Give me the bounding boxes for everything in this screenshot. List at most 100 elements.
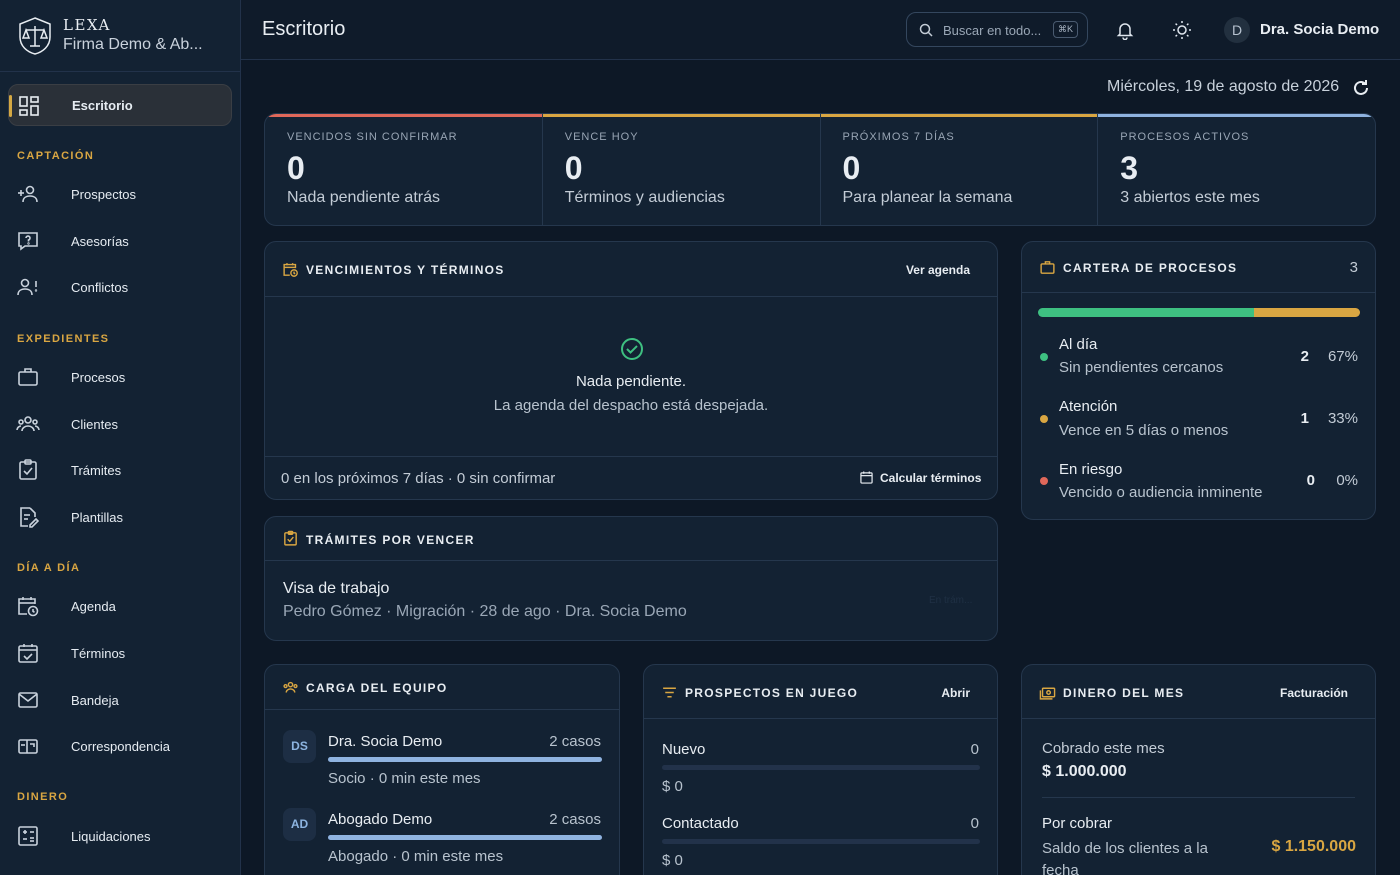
search-icon <box>919 23 933 37</box>
sidebar-item-prospectos[interactable]: Prospectos <box>8 173 232 215</box>
divider <box>1042 797 1355 798</box>
segment-percent: 0% <box>1336 472 1358 489</box>
sidebar-item-label: Bandeja <box>71 692 119 708</box>
equipo-card: CARGA DEL EQUIPO DS Dra. Socia Demo 2 ca… <box>264 664 620 875</box>
stat-value: 0 <box>564 150 583 186</box>
avatar: AD <box>283 808 316 841</box>
sidebar-item-label: Procesos <box>71 369 126 385</box>
stat-accent-bar <box>820 114 1098 117</box>
briefcase-icon <box>18 368 38 386</box>
refresh-icon[interactable] <box>1351 78 1371 98</box>
scales-logo-icon <box>19 16 51 55</box>
filter-icon <box>663 687 676 698</box>
topbar: Escritorio Buscar en todo... ⌘K D Dra. S… <box>241 0 1400 60</box>
calcular-terminos-button[interactable]: Calcular términos <box>880 471 981 485</box>
stat-value: 0 <box>842 150 861 186</box>
card-title: CARGA DEL EQUIPO <box>306 681 448 695</box>
sidebar-item-agenda[interactable]: Agenda <box>8 585 232 627</box>
theme-toggle-icon[interactable] <box>1172 20 1192 40</box>
bell-icon[interactable] <box>1115 20 1135 40</box>
sidebar-item-asesorias[interactable]: Asesorías <box>8 220 232 262</box>
segment-count: 1 <box>1300 410 1309 427</box>
cartera-distribution-bar <box>1038 308 1360 317</box>
sidebar-item-bandeja[interactable]: Bandeja <box>8 679 232 721</box>
abrir-link[interactable]: Abrir <box>941 686 970 700</box>
user-name[interactable]: Dra. Socia Demo <box>1260 21 1379 38</box>
stat-subtitle: 3 abiertos este mes <box>1120 189 1260 206</box>
card-title: TRÁMITES POR VENCER <box>306 533 475 547</box>
facturacion-link[interactable]: Facturación <box>1280 686 1348 700</box>
page-title: Escritorio <box>262 18 346 40</box>
search-input[interactable]: Buscar en todo... ⌘K <box>906 12 1088 47</box>
stage-name: Contactado <box>662 815 739 832</box>
stage-track <box>662 839 980 844</box>
sidebar-item-terminos[interactable]: Términos <box>8 632 232 674</box>
stat-vence-hoy[interactable]: VENCE HOY 0 Términos y audiencias <box>542 114 821 225</box>
segment-subtitle: Sin pendientes cercanos <box>1059 359 1224 376</box>
segment-count: 0 <box>1306 472 1315 489</box>
sidebar-item-label: Trámites <box>71 462 122 478</box>
segment-subtitle: Vencido o audiencia inminente <box>1059 484 1263 501</box>
status-dot-en-riesgo <box>1040 477 1048 485</box>
stat-vencidos[interactable]: VENCIDOS SIN CONFIRMAR 0 Nada pendiente … <box>265 114 543 225</box>
tramite-title: Visa de trabajo <box>283 580 390 597</box>
divider <box>265 456 997 457</box>
card-title: CARTERA DE PROCESOS <box>1063 261 1238 275</box>
card-header: TRÁMITES POR VENCER <box>265 517 997 561</box>
card-header: PROSPECTOS EN JUEGO Abrir <box>644 665 997 719</box>
stats-strip: VENCIDOS SIN CONFIRMAR 0 Nada pendiente … <box>264 113 1376 226</box>
prospectos-card: PROSPECTOS EN JUEGO Abrir Nuevo 0 $ 0 Co… <box>643 664 998 875</box>
calendar-icon <box>860 471 873 484</box>
brand[interactable]: LEXA Firma Demo & Ab... <box>0 0 240 72</box>
search-shortcut-badge: ⌘K <box>1053 21 1078 38</box>
member-cases: 2 casos <box>549 733 601 750</box>
current-date: Miércoles, 19 de agosto de 2026 <box>1107 78 1340 95</box>
stat-accent-bar <box>1098 114 1375 117</box>
segment-percent: 67% <box>1327 348 1358 365</box>
empty-state-subtitle: La agenda del despacho está despejada. <box>493 397 769 414</box>
calendar-clock-icon <box>283 263 298 277</box>
load-fill <box>328 835 602 840</box>
sidebar-item-procesos[interactable]: Procesos <box>8 356 232 398</box>
member-cases: 2 casos <box>549 811 601 828</box>
nav-section-dia-a-dia: DÍA A DÍA <box>17 562 81 574</box>
sidebar-item-conflictos[interactable]: Conflictos <box>8 266 232 308</box>
cartera-count: 3 <box>1349 259 1358 276</box>
cash-icon <box>1039 687 1056 700</box>
sidebar-item-plantillas[interactable]: Plantillas <box>8 496 232 538</box>
stat-proximos[interactable]: PRÓXIMOS 7 DÍAS 0 Para planear la semana <box>820 114 1099 225</box>
sidebar-item-label: Prospectos <box>71 186 137 202</box>
status-dot-al-dia <box>1040 353 1048 361</box>
avatar[interactable]: D <box>1224 17 1250 43</box>
sidebar-item-liquidaciones[interactable]: Liquidaciones <box>8 815 232 857</box>
stat-subtitle: Términos y audiencias <box>564 189 725 206</box>
tramites-card: TRÁMITES POR VENCER Visa de trabajo Pedr… <box>264 516 998 641</box>
cobrado-label: Cobrado este mes <box>1042 740 1165 757</box>
card-header: VENCIMIENTOS Y TÉRMINOS Ver agenda <box>265 242 997 297</box>
sidebar-item-escritorio[interactable]: Escritorio <box>8 84 232 126</box>
sidebar-item-tramites[interactable]: Trámites <box>8 449 232 491</box>
sidebar-item-clientes[interactable]: Clientes <box>8 403 232 445</box>
load-track <box>328 757 602 762</box>
stat-value: 3 <box>1120 150 1139 186</box>
document-edit-icon <box>20 507 40 528</box>
card-title: VENCIMIENTOS Y TÉRMINOS <box>306 263 505 277</box>
empty-state-title: Nada pendiente. <box>575 373 687 390</box>
check-circle-icon <box>621 338 643 360</box>
nav-section-expedientes: EXPEDIENTES <box>17 333 110 345</box>
brand-name: LEXA <box>63 16 111 34</box>
cartera-segment <box>1038 308 1254 317</box>
sidebar: LEXA Firma Demo & Ab... Escritorio CAPTA… <box>0 0 241 875</box>
dinero-card: DINERO DEL MES Facturación Cobrado este … <box>1021 664 1376 875</box>
stat-procesos-activos[interactable]: PROCESOS ACTIVOS 3 3 abiertos este mes <box>1098 114 1375 225</box>
por-cobrar-label: Por cobrar <box>1042 815 1113 832</box>
card-header: CARTERA DE PROCESOS 3 <box>1022 242 1375 293</box>
ver-agenda-link[interactable]: Ver agenda <box>906 263 970 277</box>
sidebar-item-correspondencia[interactable]: Correspondencia <box>8 725 232 767</box>
card-header: DINERO DEL MES Facturación <box>1022 665 1375 719</box>
cartera-segment <box>1253 308 1360 317</box>
cartera-card: CARTERA DE PROCESOS 3 Al día Sin pendien… <box>1021 241 1376 520</box>
sidebar-item-label: Clientes <box>71 416 118 432</box>
stage-track <box>662 765 980 770</box>
user-alert-icon <box>17 278 38 296</box>
